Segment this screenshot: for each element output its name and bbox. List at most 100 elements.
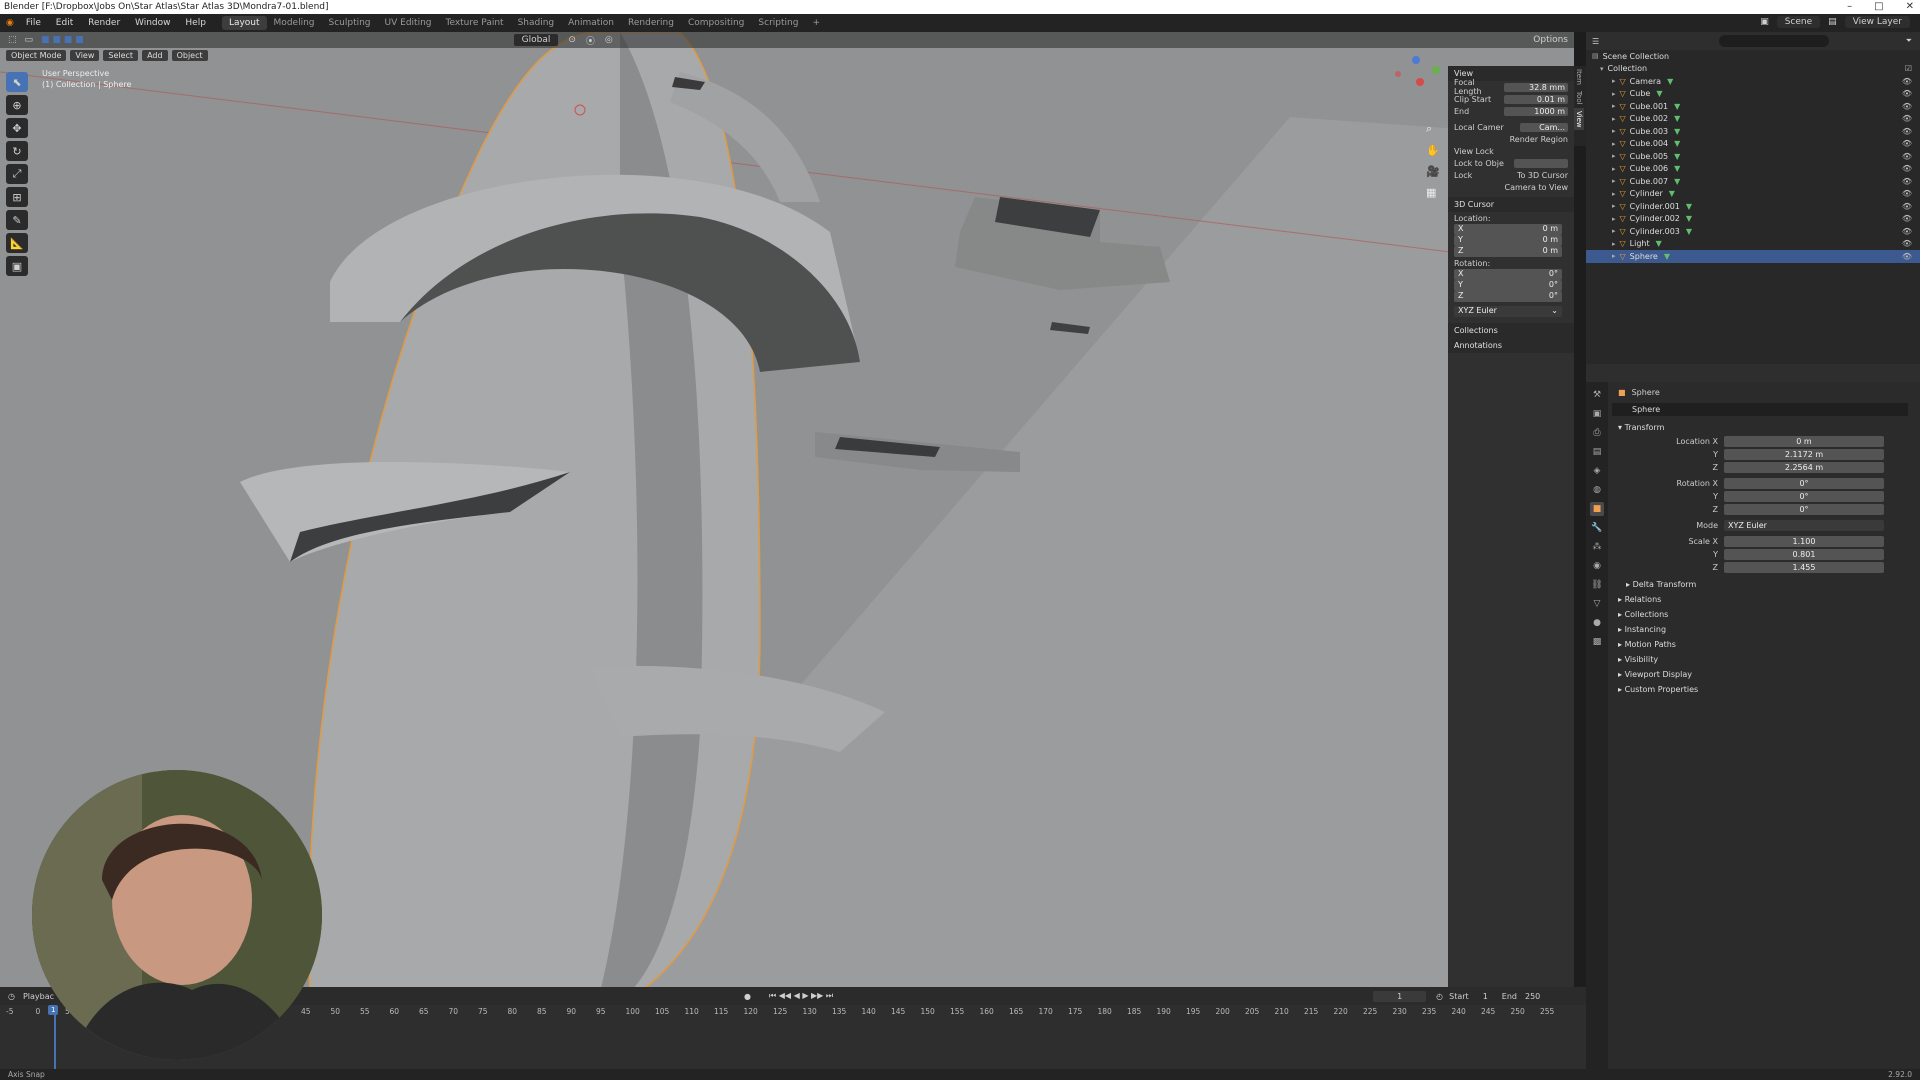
property-panel-header[interactable]: ▸ Relations (1612, 592, 1914, 607)
current-frame-field[interactable]: 1 (1373, 990, 1427, 1002)
mesh-data-icon[interactable]: ▼ (1686, 227, 1692, 236)
property-panel-header[interactable]: ▸ Instancing (1612, 622, 1914, 637)
expand-icon[interactable]: ▸ (1612, 252, 1616, 260)
property-panel-header[interactable]: ▸ Custom Properties (1612, 682, 1914, 697)
outliner-item[interactable]: ▸ ▽ Cube.005 ▼ 👁 (1586, 150, 1920, 163)
expand-icon[interactable]: ▸ (1612, 90, 1616, 98)
expand-icon[interactable]: ▸ (1612, 165, 1616, 173)
scene-tab-icon[interactable]: ◈ (1590, 464, 1604, 478)
delta-transform-subpanel[interactable]: ▸ Delta Transform (1612, 577, 1914, 592)
visibility-eye-icon[interactable]: 👁 (1902, 252, 1912, 261)
mesh-data-icon[interactable]: ▼ (1664, 252, 1670, 261)
cursor-rot-x-field[interactable]: X 0° (1454, 269, 1562, 280)
rotate-tool-icon[interactable]: ↻ (6, 141, 28, 161)
close-icon[interactable]: ✕ (1906, 0, 1914, 14)
snap-icon[interactable]: ⦿ (586, 34, 595, 47)
expand-icon[interactable]: ▸ (1612, 227, 1616, 235)
menu-render[interactable]: Render (88, 18, 120, 28)
expand-icon[interactable]: ▸ (1612, 190, 1616, 198)
mesh-data-icon[interactable]: ▼ (1674, 177, 1680, 186)
outliner-item[interactable]: ▸ ▽ Cylinder.002 ▼ 👁 (1586, 213, 1920, 226)
visibility-eye-icon[interactable]: 👁 (1902, 139, 1912, 148)
add-cube-tool-icon[interactable]: ▣ (6, 256, 28, 276)
expand-icon[interactable]: ▸ (1612, 177, 1616, 185)
clip-start-field[interactable]: 0.01 m (1504, 94, 1568, 104)
cursor-loc-x-field[interactable]: X0 m (1454, 224, 1562, 235)
data-tab-icon[interactable]: ▽ (1590, 597, 1604, 611)
measure-tool-icon[interactable]: 📐 (6, 233, 28, 253)
lock-to-object-field[interactable] (1514, 158, 1568, 168)
visibility-eye-icon[interactable]: 👁 (1902, 189, 1912, 198)
visibility-eye-icon[interactable]: 👁 (1902, 164, 1912, 173)
outliner-item[interactable]: ▸ ▽ Cube.002 ▼ 👁 (1586, 113, 1920, 126)
expand-icon[interactable]: ▸ (1612, 102, 1616, 110)
tab-layout[interactable]: Layout (221, 16, 267, 30)
outliner-item[interactable]: ▸ ▽ Cube.003 ▼ 👁 (1586, 125, 1920, 138)
blender-logo-icon[interactable]: ◉ (6, 18, 14, 28)
expand-icon[interactable]: ▸ (1612, 77, 1616, 85)
mesh-data-icon[interactable]: ▼ (1686, 214, 1692, 223)
mesh-data-icon[interactable]: ▼ (1686, 202, 1692, 211)
end-frame-field[interactable]: 250 (1525, 992, 1540, 1001)
visibility-eye-icon[interactable]: 👁 (1902, 127, 1912, 136)
outliner-item[interactable]: ▸ ▽ Camera ▼ 👁 (1586, 75, 1920, 88)
menu-select[interactable]: Select (103, 49, 139, 61)
constraints-tab-icon[interactable]: ⛓ (1590, 578, 1604, 592)
scale-y-field[interactable]: 0.801 (1724, 549, 1884, 560)
collection-label[interactable]: Collection (1608, 64, 1648, 73)
start-frame-field[interactable]: 1 (1483, 992, 1488, 1001)
rotation-z-field[interactable]: 0° (1724, 504, 1884, 515)
cursor-loc-y-field[interactable]: Y0 m (1454, 235, 1562, 246)
playback-controls[interactable]: ⏮ ◀◀ ◀ ▶ ▶▶ ⏭ (769, 991, 833, 1001)
gizmo-x-icon[interactable] (1416, 78, 1424, 86)
menu-edit[interactable]: Edit (56, 18, 73, 28)
expand-icon[interactable]: ▸ (1612, 152, 1616, 160)
options-button[interactable]: Options (1533, 35, 1568, 45)
annotate-tool-icon[interactable]: ✎ (6, 210, 28, 230)
move-tool-icon[interactable]: ✥ (6, 118, 28, 138)
property-panel-header[interactable]: ▸ Collections (1612, 607, 1914, 622)
physics-tab-icon[interactable]: ◉ (1590, 559, 1604, 573)
transform-tool-icon[interactable]: ⊞ (6, 187, 28, 207)
visibility-eye-icon[interactable]: 👁 (1902, 177, 1912, 186)
menu-file[interactable]: File (26, 18, 41, 28)
tab-shading[interactable]: Shading (511, 16, 562, 30)
cursor-tool-icon[interactable]: ⊕ (6, 95, 28, 115)
tab-view[interactable]: View (1574, 107, 1584, 131)
location-z-field[interactable]: 2.2564 m (1724, 462, 1884, 473)
gizmo-z-icon[interactable] (1412, 56, 1420, 64)
tool-tab-icon[interactable]: ⚒ (1590, 388, 1604, 402)
tab-compositing[interactable]: Compositing (681, 16, 751, 30)
mesh-data-icon[interactable]: ▼ (1674, 102, 1680, 111)
outliner-item[interactable]: ▸ ▽ Light ▼ 👁 (1586, 238, 1920, 251)
texture-tab-icon[interactable]: ▩ (1590, 635, 1604, 649)
collections-section-header[interactable]: Collections (1448, 323, 1574, 338)
tab-tool[interactable]: Tool (1574, 88, 1584, 108)
annotations-section-header[interactable]: Annotations (1448, 338, 1574, 353)
object-mode-dropdown[interactable]: Object Mode (6, 49, 67, 61)
mesh-data-icon[interactable]: ▼ (1674, 152, 1680, 161)
expand-icon[interactable]: ▸ (1612, 115, 1616, 123)
rotation-x-field[interactable]: 0° (1724, 478, 1884, 489)
timeline-editor-icon[interactable]: ◷ (8, 992, 15, 1001)
modifier-tab-icon[interactable]: 🔧 (1590, 521, 1604, 535)
proportional-edit-icon[interactable]: ◎ (605, 35, 613, 45)
cursor-rotation-mode-dropdown[interactable]: XYZ Euler ⌄ (1454, 306, 1562, 317)
property-panel-header[interactable]: ▸ Visibility (1612, 652, 1914, 667)
outliner-item[interactable]: ▸ ▽ Cylinder.003 ▼ 👁 (1586, 225, 1920, 238)
mesh-data-icon[interactable]: ▼ (1674, 127, 1680, 136)
mesh-data-icon[interactable]: ▼ (1674, 164, 1680, 173)
playback-menu[interactable]: Playbac (23, 992, 54, 1001)
camera-to-view-checkbox[interactable]: Camera to View (1505, 183, 1569, 192)
scale-x-field[interactable]: 1.100 (1724, 536, 1884, 547)
tab-sculpting[interactable]: Sculpting (322, 16, 378, 30)
pivot-icon[interactable]: ⊙ (568, 35, 576, 45)
transform-orientation[interactable]: Global (513, 34, 559, 46)
mesh-data-icon[interactable]: ▼ (1674, 139, 1680, 148)
transform-panel-header[interactable]: ▾ Transform (1612, 420, 1914, 435)
tab-item[interactable]: Item (1574, 66, 1584, 88)
scale-tool-icon[interactable]: ⤢ (6, 164, 28, 184)
outliner-editor-icon[interactable]: ☰ (1592, 37, 1599, 46)
menu-view[interactable]: View (70, 49, 100, 61)
expand-icon[interactable]: ▸ (1612, 140, 1616, 148)
